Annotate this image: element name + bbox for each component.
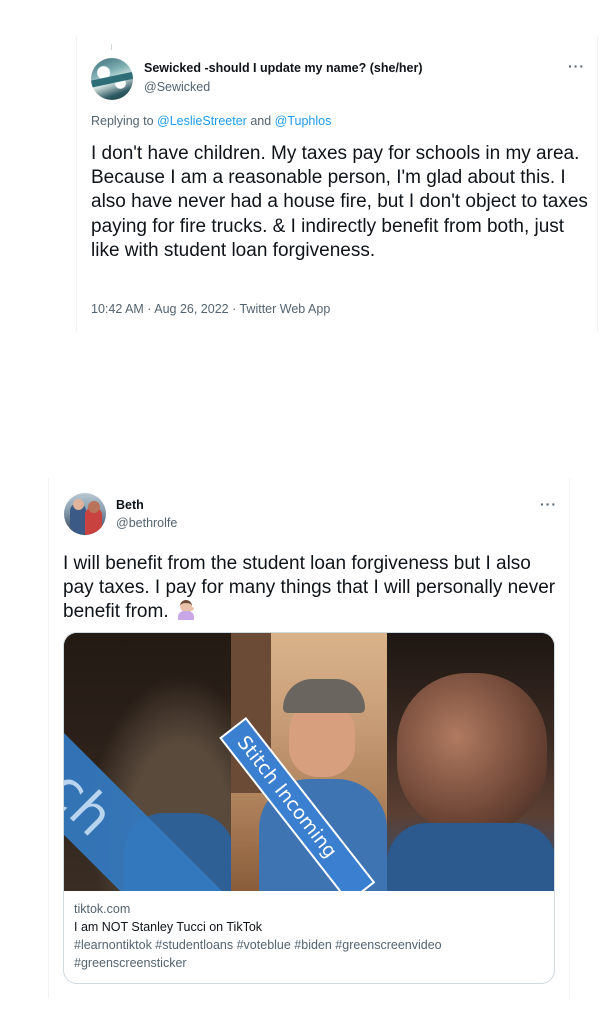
display-name[interactable]: Beth — [116, 498, 144, 512]
video-thumbnail[interactable]: Stitch Stitch Incoming — [64, 633, 554, 891]
avatar[interactable] — [64, 493, 106, 535]
tweet-text: I don't have children. My taxes pay for … — [91, 143, 588, 261]
mention-link-lesliestreeter[interactable]: @LeslieStreeter — [157, 114, 247, 128]
replying-to-and: and — [246, 114, 275, 128]
card-domain: tiktok.com — [74, 902, 131, 916]
tweet-beth: Beth @bethrolfe ··· I will benefit from … — [48, 478, 570, 998]
tweet-reply-sewicked: Sewicked -should I update my name? (she/… — [76, 36, 598, 332]
replying-to-line: Replying to @LeslieStreeter and @Tuphlos — [91, 114, 331, 128]
more-options-icon[interactable]: ··· — [540, 496, 557, 512]
replying-to-label: Replying to — [91, 114, 158, 128]
card-title: I am NOT Stanley Tucci on TikTok — [74, 920, 263, 934]
display-name[interactable]: Sewicked -should I update my name? (she/… — [144, 61, 423, 75]
woman-shrugging-icon — [176, 600, 196, 621]
tweet-text-container: I will benefit from the student loan for… — [63, 552, 563, 625]
link-preview-card[interactable]: Stitch Stitch Incoming tiktok.com I am N… — [63, 632, 555, 984]
card-info: tiktok.com I am NOT Stanley Tucci on Tik… — [74, 900, 544, 972]
tweet-text: I will benefit from the student loan for… — [63, 553, 556, 623]
user-handle[interactable]: @bethrolfe — [116, 516, 177, 530]
card-description: #learnontiktok #studentloans #voteblue #… — [74, 938, 442, 970]
thread-connector-line — [111, 44, 112, 50]
user-handle[interactable]: @Sewicked — [144, 80, 210, 94]
tweet-timestamp[interactable]: 10:42 AM · Aug 26, 2022 · Twitter Web Ap… — [91, 302, 330, 316]
mention-link-tuphlos[interactable]: @Tuphlos — [275, 114, 332, 128]
more-options-icon[interactable]: ··· — [568, 58, 585, 74]
thumbnail-panel-right — [387, 633, 554, 891]
avatar[interactable] — [91, 58, 133, 100]
